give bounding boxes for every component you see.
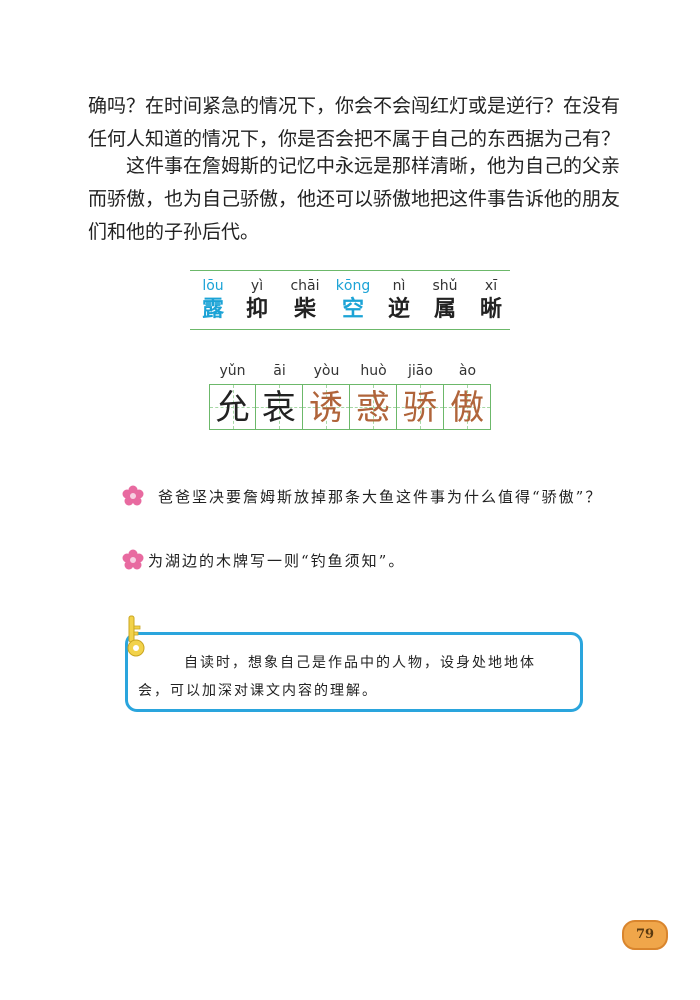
grid-cell: yòu 诱	[303, 362, 350, 434]
grid-hanzi: 哀	[262, 388, 296, 428]
word-item: yì 抑	[234, 271, 280, 323]
word-hanzi: 柴	[293, 296, 316, 322]
grid-box: 诱	[303, 384, 350, 430]
grid-hanzi: 骄	[403, 388, 437, 428]
grid-hanzi: 傲	[450, 388, 484, 428]
flower-icon	[122, 549, 144, 570]
grid-cell: huò 惑	[350, 362, 397, 434]
word-item: kōng 空	[330, 271, 376, 323]
grid-hanzi: 惑	[356, 388, 390, 428]
grid-cell: yǔn 允	[209, 362, 256, 434]
grid-pinyin: jiāo	[408, 363, 433, 379]
grid-cell: jiāo 骄	[397, 362, 444, 434]
word-pinyin: shǔ	[432, 278, 458, 294]
grid-cell: āi 哀	[256, 362, 303, 434]
paragraph-continued: 确吗？在时间紧急的情况下，你会不会闯红灯或是逆行？在没有任何人知道的情况下，你是…	[88, 95, 621, 150]
grid-cell: ào 傲	[444, 362, 491, 434]
grid-pinyin: āi	[273, 363, 286, 379]
word-item: shǔ 属	[422, 271, 468, 323]
question-1: 爸爸坚决要詹姆斯放掉那条大鱼这件事为什么值得“骄傲”？	[158, 488, 603, 506]
grid-hanzi: 允	[215, 388, 250, 428]
word-pinyin: lōu	[202, 278, 224, 294]
tip-line-1: 自读时，想象自己是作品中的人物，设身处地地体	[184, 655, 536, 671]
key-icon	[127, 615, 145, 657]
word-pinyin: xī	[484, 278, 498, 294]
word-item: nì 逆	[376, 271, 422, 323]
grid-hanzi: 诱	[309, 388, 343, 428]
grid-box: 哀	[256, 384, 303, 430]
word-item: chāi 柴	[282, 271, 328, 323]
word-pinyin: nì	[392, 278, 406, 294]
recognize-words-box: lōu 露 yì 抑 chāi 柴 kōng 空 nì 逆 shǔ 属 xī 晰	[190, 270, 510, 330]
word-item: lōu 露	[190, 271, 236, 323]
grid-pinyin: yòu	[313, 363, 340, 379]
grid-pinyin: ào	[458, 363, 477, 379]
tip-line-2: 会，可以加深对课文内容的理解。	[138, 683, 378, 699]
word-pinyin: yì	[250, 278, 264, 294]
write-words-grid: yǔn 允 āi 哀 yòu 诱 huò 惑 jiāo 骄 ào 傲	[209, 362, 491, 434]
page-number: 79	[622, 920, 668, 950]
grid-box: 骄	[397, 384, 444, 430]
grid-box: 惑	[350, 384, 397, 430]
question-2: 为湖边的木牌写一则“钓鱼须知”。	[148, 552, 406, 570]
word-hanzi: 晰	[479, 296, 502, 322]
word-pinyin: kōng	[335, 278, 371, 294]
word-hanzi: 属	[433, 296, 456, 322]
word-hanzi: 逆	[387, 296, 410, 322]
word-hanzi: 空	[341, 296, 364, 322]
word-hanzi: 抑	[245, 296, 268, 322]
grid-pinyin: yǔn	[219, 363, 246, 379]
reading-tip-box: 自读时，想象自己是作品中的人物，设身处地地体 会，可以加深对课文内容的理解。	[125, 632, 583, 712]
paragraph-story: 这件事在詹姆斯的记忆中永远是那样清晰，他为自己的父亲而骄傲，也为自己骄傲，他还可…	[88, 155, 621, 243]
tip-text: 自读时，想象自己是作品中的人物，设身处地地体 会，可以加深对课文内容的理解。	[138, 649, 568, 705]
word-hanzi: 露	[201, 296, 224, 322]
grid-pinyin: huò	[360, 363, 387, 379]
grid-box: 傲	[444, 384, 491, 430]
word-pinyin: chāi	[290, 278, 320, 294]
word-item: xī 晰	[468, 271, 514, 323]
grid-box: 允	[209, 384, 256, 430]
